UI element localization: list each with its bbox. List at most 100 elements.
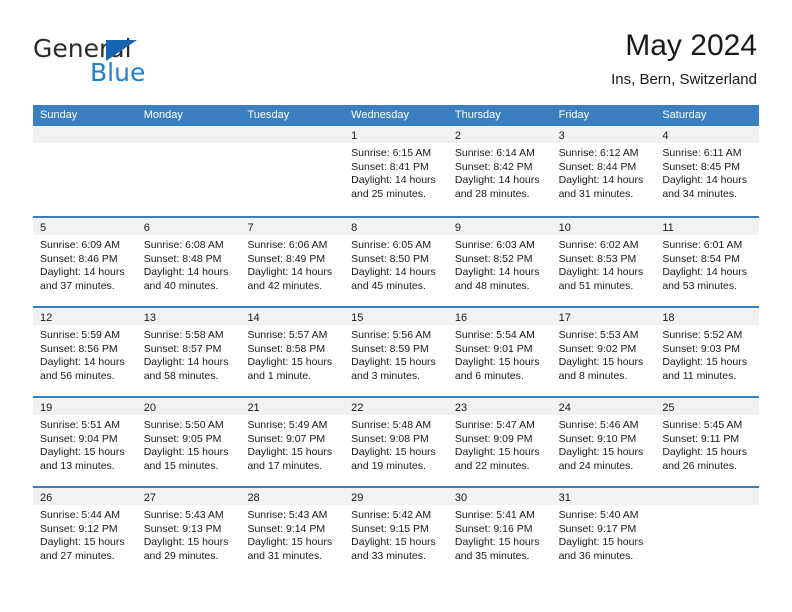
day-number: 1 <box>351 130 358 142</box>
day-cell[interactable]: 27 Sunrise: 5:43 AM Sunset: 9:13 PM Dayligh… <box>136 488 241 576</box>
daylight-text: Daylight: 15 hours and 13 minutes. <box>40 446 125 472</box>
day-details: Sunrise: 6:15 AM Sunset: 8:41 PM Daylight:… <box>344 143 448 201</box>
calendar-page: General Blue May 2024 Ins, Bern, Switzer… <box>0 0 792 612</box>
weekday-header-sunday: Sunday <box>40 109 78 121</box>
sunrise-text: Sunrise: 5:53 AM <box>558 329 639 341</box>
daylight-text: Daylight: 14 hours and 25 minutes. <box>351 174 436 200</box>
day-cell[interactable]: 1 Sunrise: 6:15 AM Sunset: 8:41 PM Daylight… <box>344 126 448 216</box>
daylight-text: Daylight: 15 hours and 8 minutes. <box>558 356 644 382</box>
day-cell[interactable]: 24 Sunrise: 5:46 AM Sunset: 9:10 PM Dayligh… <box>551 398 656 486</box>
day-cell-empty <box>240 126 345 216</box>
daylight-text: Daylight: 15 hours and 24 minutes. <box>558 446 644 472</box>
day-cell[interactable]: 10 Sunrise: 6:02 AM Sunset: 8:53 PM Dayligh… <box>551 218 656 306</box>
day-cell[interactable]: 30 Sunrise: 5:41 AM Sunset: 9:16 PM Dayligh… <box>447 488 552 576</box>
day-number-band: 19 <box>33 398 137 415</box>
sunset-text: Sunset: 9:14 PM <box>247 522 326 535</box>
day-cell[interactable]: 29 Sunrise: 5:42 AM Sunset: 9:15 PM Dayligh… <box>344 488 448 576</box>
daylight-text: Daylight: 14 hours and 58 minutes. <box>143 356 229 382</box>
day-cell[interactable]: 14 Sunrise: 5:57 AM Sunset: 8:58 PM Dayligh… <box>240 308 345 396</box>
day-number-band <box>240 126 345 143</box>
day-cell[interactable]: 17 Sunrise: 5:53 AM Sunset: 9:02 PM Dayligh… <box>551 308 656 396</box>
day-number-band: 29 <box>344 488 448 505</box>
daylight-text: Daylight: 15 hours and 19 minutes. <box>351 446 436 472</box>
sunrise-text: Sunrise: 6:14 AM <box>454 147 535 159</box>
day-details: Sunrise: 5:54 AM Sunset: 9:01 PM Daylight:… <box>448 325 552 383</box>
day-cell[interactable]: 6 Sunrise: 6:08 AM Sunset: 8:48 PM Daylight… <box>136 218 241 306</box>
sunrise-text: Sunrise: 5:51 AM <box>40 419 120 431</box>
day-number: 13 <box>143 312 156 324</box>
general-blue-logo[interactable]: General Blue <box>33 36 263 92</box>
day-cell[interactable]: 15 Sunrise: 5:56 AM Sunset: 8:59 PM Dayligh… <box>344 308 448 396</box>
day-number-band: 3 <box>551 126 656 143</box>
day-details: Sunrise: 5:44 AM Sunset: 9:12 PM Daylight:… <box>33 505 137 563</box>
sunrise-text: Sunrise: 5:44 AM <box>40 509 120 521</box>
day-details: Sunrise: 5:58 AM Sunset: 8:57 PM Daylight:… <box>137 325 241 383</box>
day-number-band: 22 <box>344 398 448 415</box>
sunrise-text: Sunrise: 6:05 AM <box>351 239 432 251</box>
day-number: 21 <box>247 402 260 414</box>
day-number-band: 14 <box>240 308 345 325</box>
day-cell[interactable]: 28 Sunrise: 5:43 AM Sunset: 9:14 PM Dayligh… <box>240 488 345 576</box>
day-number-band: 23 <box>447 398 552 415</box>
sunset-text: Sunset: 9:08 PM <box>351 432 429 445</box>
day-number: 17 <box>558 312 571 324</box>
sunset-text: Sunset: 9:15 PM <box>351 522 429 535</box>
day-number-band: 21 <box>240 398 345 415</box>
daylight-text: Daylight: 14 hours and 40 minutes. <box>143 266 229 292</box>
day-number: 22 <box>351 402 364 414</box>
sunset-text: Sunset: 8:56 PM <box>40 342 118 355</box>
daylight-text: Daylight: 14 hours and 53 minutes. <box>662 266 747 292</box>
daylight-text: Daylight: 15 hours and 35 minutes. <box>454 536 540 562</box>
page-header: General Blue May 2024 Ins, Bern, Switzer… <box>33 28 757 98</box>
day-cell[interactable]: 9 Sunrise: 6:03 AM Sunset: 8:52 PM Daylight… <box>447 218 552 306</box>
sunset-text: Sunset: 9:07 PM <box>247 432 326 445</box>
daylight-text: Daylight: 15 hours and 3 minutes. <box>351 356 436 382</box>
day-cell[interactable]: 26 Sunrise: 5:44 AM Sunset: 9:12 PM Dayligh… <box>33 488 137 576</box>
day-cell[interactable]: 22 Sunrise: 5:48 AM Sunset: 9:08 PM Dayligh… <box>344 398 448 486</box>
day-cell[interactable]: 18 Sunrise: 5:52 AM Sunset: 9:03 PM Dayligh… <box>655 308 760 396</box>
day-details: Sunrise: 5:52 AM Sunset: 9:03 PM Daylight:… <box>655 325 759 383</box>
sunset-text: Sunset: 9:11 PM <box>662 432 740 445</box>
day-cell[interactable]: 23 Sunrise: 5:47 AM Sunset: 9:09 PM Dayligh… <box>447 398 552 486</box>
day-number: 24 <box>558 402 571 414</box>
day-cell[interactable]: 19 Sunrise: 5:51 AM Sunset: 9:04 PM Dayligh… <box>33 398 137 486</box>
day-number-band: 26 <box>33 488 137 505</box>
sunrise-text: Sunrise: 5:50 AM <box>143 419 224 431</box>
day-cell[interactable]: 25 Sunrise: 5:45 AM Sunset: 9:11 PM Dayligh… <box>655 398 760 486</box>
day-cell[interactable]: 5 Sunrise: 6:09 AM Sunset: 8:46 PM Daylight… <box>33 218 137 306</box>
sunrise-text: Sunrise: 6:12 AM <box>558 147 639 159</box>
daylight-text: Daylight: 15 hours and 15 minutes. <box>143 446 229 472</box>
day-cell[interactable]: 4 Sunrise: 6:11 AM Sunset: 8:45 PM Daylight… <box>655 126 760 216</box>
day-cell[interactable]: 12 Sunrise: 5:59 AM Sunset: 8:56 PM Dayligh… <box>33 308 137 396</box>
day-cell[interactable]: 8 Sunrise: 6:05 AM Sunset: 8:50 PM Daylight… <box>344 218 448 306</box>
sunrise-text: Sunrise: 5:56 AM <box>351 329 432 341</box>
daylight-text: Daylight: 15 hours and 17 minutes. <box>247 446 333 472</box>
sunset-text: Sunset: 8:57 PM <box>143 342 222 355</box>
day-number: 28 <box>247 492 260 504</box>
calendar-week-row: 26 Sunrise: 5:44 AM Sunset: 9:12 PM Dayligh… <box>33 486 760 576</box>
day-details: Sunrise: 5:50 AM Sunset: 9:05 PM Daylight:… <box>137 415 241 473</box>
day-number-band: 16 <box>447 308 552 325</box>
title-block: May 2024 Ins, Bern, Switzerland <box>611 28 757 89</box>
day-cell[interactable]: 11 Sunrise: 6:01 AM Sunset: 8:54 PM Dayligh… <box>655 218 760 306</box>
day-number-band: 25 <box>655 398 760 415</box>
daylight-text: Daylight: 15 hours and 22 minutes. <box>454 446 540 472</box>
sunrise-text: Sunrise: 6:15 AM <box>351 147 432 159</box>
daylight-text: Daylight: 15 hours and 11 minutes. <box>662 356 747 382</box>
day-cell[interactable]: 3 Sunrise: 6:12 AM Sunset: 8:44 PM Daylight… <box>551 126 656 216</box>
day-cell[interactable]: 13 Sunrise: 5:58 AM Sunset: 8:57 PM Dayligh… <box>136 308 241 396</box>
day-details: Sunrise: 5:42 AM Sunset: 9:15 PM Daylight:… <box>344 505 448 563</box>
sunrise-text: Sunrise: 6:09 AM <box>40 239 120 251</box>
day-cell[interactable]: 16 Sunrise: 5:54 AM Sunset: 9:01 PM Dayligh… <box>447 308 552 396</box>
day-cell[interactable]: 7 Sunrise: 6:06 AM Sunset: 8:49 PM Daylight… <box>240 218 345 306</box>
day-number-band: 4 <box>655 126 760 143</box>
day-cell[interactable]: 20 Sunrise: 5:50 AM Sunset: 9:05 PM Dayligh… <box>136 398 241 486</box>
day-number-band: 8 <box>344 218 448 235</box>
day-cell[interactable]: 2 Sunrise: 6:14 AM Sunset: 8:42 PM Daylight… <box>447 126 552 216</box>
day-cell[interactable]: 21 Sunrise: 5:49 AM Sunset: 9:07 PM Dayligh… <box>240 398 345 486</box>
day-cell[interactable]: 31 Sunrise: 5:40 AM Sunset: 9:17 PM Dayligh… <box>551 488 656 576</box>
sunset-text: Sunset: 9:09 PM <box>454 432 533 445</box>
day-number: 9 <box>454 222 461 234</box>
day-number: 19 <box>40 402 53 414</box>
day-number-band: 30 <box>447 488 552 505</box>
